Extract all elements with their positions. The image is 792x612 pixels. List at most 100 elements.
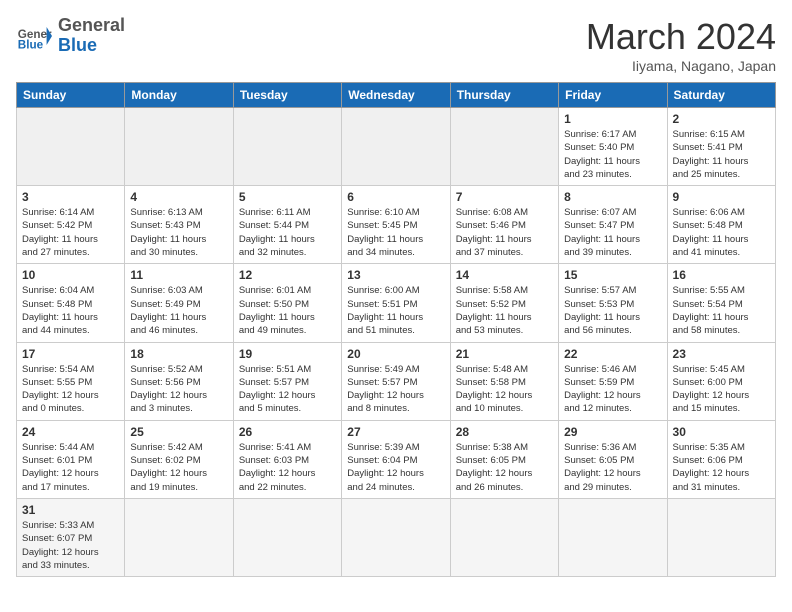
- day-info: Sunrise: 5:49 AM Sunset: 5:57 PM Dayligh…: [347, 363, 444, 416]
- day-number: 23: [673, 347, 770, 361]
- day-info: Sunrise: 6:14 AM Sunset: 5:42 PM Dayligh…: [22, 206, 119, 259]
- calendar-cell: 10 Sunrise: 6:04 AM Sunset: 5:48 PM Dayli…: [17, 264, 125, 342]
- calendar-cell: 5Sunrise: 6:11 AM Sunset: 5:44 PM Daylig…: [233, 186, 341, 264]
- calendar-cell: 12 Sunrise: 6:01 AM Sunset: 5:50 PM Dayli…: [233, 264, 341, 342]
- page-header: General Blue General Blue March 2024 Iiy…: [16, 16, 776, 74]
- calendar-cell: 27 Sunrise: 5:39 AM Sunset: 6:04 PM Dayli…: [342, 420, 450, 498]
- day-info: Sunrise: 5:51 AM Sunset: 5:57 PM Dayligh…: [239, 363, 336, 416]
- calendar-cell: [342, 498, 450, 576]
- calendar-cell: 3Sunrise: 6:14 AM Sunset: 5:42 PM Daylig…: [17, 186, 125, 264]
- calendar-cell: 26Sunrise: 5:41 AM Sunset: 6:03 PM Dayli…: [233, 420, 341, 498]
- day-number: 25: [130, 425, 227, 439]
- day-number: 6: [347, 190, 444, 204]
- day-info: Sunrise: 5:48 AM Sunset: 5:58 PM Dayligh…: [456, 363, 553, 416]
- weekday-header-tuesday: Tuesday: [233, 83, 341, 108]
- calendar-cell: 6Sunrise: 6:10 AM Sunset: 5:45 PM Daylig…: [342, 186, 450, 264]
- day-info: Sunrise: 5:46 AM Sunset: 5:59 PM Dayligh…: [564, 363, 661, 416]
- calendar-cell: 16Sunrise: 5:55 AM Sunset: 5:54 PM Dayli…: [667, 264, 775, 342]
- day-info: Sunrise: 6:11 AM Sunset: 5:44 PM Dayligh…: [239, 206, 336, 259]
- day-number: 30: [673, 425, 770, 439]
- day-number: 22: [564, 347, 661, 361]
- calendar-cell: [233, 108, 341, 186]
- day-number: 7: [456, 190, 553, 204]
- calendar-cell: 15 Sunrise: 5:57 AM Sunset: 5:53 PM Dayli…: [559, 264, 667, 342]
- day-number: 11: [130, 268, 227, 282]
- day-info: Sunrise: 6:13 AM Sunset: 5:43 PM Dayligh…: [130, 206, 227, 259]
- day-number: 9: [673, 190, 770, 204]
- day-info: Sunrise: 5:35 AM Sunset: 6:06 PM Dayligh…: [673, 441, 770, 494]
- day-info: Sunrise: 6:00 AM Sunset: 5:51 PM Dayligh…: [347, 284, 444, 337]
- day-info: Sunrise: 5:58 AM Sunset: 5:52 PM Dayligh…: [456, 284, 553, 337]
- calendar-cell: [125, 498, 233, 576]
- logo-blue: Blue: [58, 36, 125, 56]
- calendar-cell: 24Sunrise: 5:44 AM Sunset: 6:01 PM Dayli…: [17, 420, 125, 498]
- calendar-cell: 9 Sunrise: 6:06 AM Sunset: 5:48 PM Daylig…: [667, 186, 775, 264]
- day-info: Sunrise: 6:01 AM Sunset: 5:50 PM Dayligh…: [239, 284, 336, 337]
- calendar-cell: 21 Sunrise: 5:48 AM Sunset: 5:58 PM Dayli…: [450, 342, 558, 420]
- day-number: 2: [673, 112, 770, 126]
- day-info: Sunrise: 5:57 AM Sunset: 5:53 PM Dayligh…: [564, 284, 661, 337]
- day-number: 14: [456, 268, 553, 282]
- calendar-cell: 1Sunrise: 6:17 AM Sunset: 5:40 PM Daylig…: [559, 108, 667, 186]
- day-number: 1: [564, 112, 661, 126]
- calendar-cell: [17, 108, 125, 186]
- day-info: Sunrise: 5:38 AM Sunset: 6:05 PM Dayligh…: [456, 441, 553, 494]
- day-number: 12: [239, 268, 336, 282]
- calendar-cell: 8 Sunrise: 6:07 AM Sunset: 5:47 PM Daylig…: [559, 186, 667, 264]
- day-info: Sunrise: 5:33 AM Sunset: 6:07 PM Dayligh…: [22, 519, 119, 572]
- weekday-header-monday: Monday: [125, 83, 233, 108]
- day-number: 24: [22, 425, 119, 439]
- calendar-cell: [450, 108, 558, 186]
- calendar-cell: 4 Sunrise: 6:13 AM Sunset: 5:43 PM Daylig…: [125, 186, 233, 264]
- day-info: Sunrise: 5:55 AM Sunset: 5:54 PM Dayligh…: [673, 284, 770, 337]
- day-number: 8: [564, 190, 661, 204]
- calendar-cell: [450, 498, 558, 576]
- weekday-header-thursday: Thursday: [450, 83, 558, 108]
- day-info: Sunrise: 5:52 AM Sunset: 5:56 PM Dayligh…: [130, 363, 227, 416]
- day-number: 21: [456, 347, 553, 361]
- title-block: March 2024 Iiyama, Nagano, Japan: [586, 16, 776, 74]
- calendar-cell: [233, 498, 341, 576]
- day-info: Sunrise: 5:39 AM Sunset: 6:04 PM Dayligh…: [347, 441, 444, 494]
- month-title: March 2024: [586, 16, 776, 58]
- day-info: Sunrise: 6:08 AM Sunset: 5:46 PM Dayligh…: [456, 206, 553, 259]
- day-info: Sunrise: 6:15 AM Sunset: 5:41 PM Dayligh…: [673, 128, 770, 181]
- calendar-cell: [667, 498, 775, 576]
- calendar-cell: 22 Sunrise: 5:46 AM Sunset: 5:59 PM Dayli…: [559, 342, 667, 420]
- calendar-cell: 7 Sunrise: 6:08 AM Sunset: 5:46 PM Daylig…: [450, 186, 558, 264]
- day-number: 19: [239, 347, 336, 361]
- location: Iiyama, Nagano, Japan: [586, 58, 776, 74]
- day-info: Sunrise: 5:42 AM Sunset: 6:02 PM Dayligh…: [130, 441, 227, 494]
- calendar-cell: 29Sunrise: 5:36 AM Sunset: 6:05 PM Dayli…: [559, 420, 667, 498]
- day-number: 26: [239, 425, 336, 439]
- calendar-cell: 23 Sunrise: 5:45 AM Sunset: 6:00 PM Dayli…: [667, 342, 775, 420]
- calendar-cell: 19 Sunrise: 5:51 AM Sunset: 5:57 PM Dayli…: [233, 342, 341, 420]
- weekday-header-sunday: Sunday: [17, 83, 125, 108]
- calendar-cell: 11 Sunrise: 6:03 AM Sunset: 5:49 PM Dayli…: [125, 264, 233, 342]
- calendar-cell: 30 Sunrise: 5:35 AM Sunset: 6:06 PM Dayli…: [667, 420, 775, 498]
- day-info: Sunrise: 6:04 AM Sunset: 5:48 PM Dayligh…: [22, 284, 119, 337]
- day-number: 4: [130, 190, 227, 204]
- calendar-cell: 31Sunrise: 5:33 AM Sunset: 6:07 PM Dayli…: [17, 498, 125, 576]
- day-number: 27: [347, 425, 444, 439]
- calendar-cell: 28 Sunrise: 5:38 AM Sunset: 6:05 PM Dayli…: [450, 420, 558, 498]
- day-number: 10: [22, 268, 119, 282]
- logo: General Blue General Blue: [16, 16, 125, 56]
- day-info: Sunrise: 6:06 AM Sunset: 5:48 PM Dayligh…: [673, 206, 770, 259]
- day-info: Sunrise: 6:03 AM Sunset: 5:49 PM Dayligh…: [130, 284, 227, 337]
- day-number: 29: [564, 425, 661, 439]
- day-info: Sunrise: 5:54 AM Sunset: 5:55 PM Dayligh…: [22, 363, 119, 416]
- day-number: 28: [456, 425, 553, 439]
- calendar-cell: [559, 498, 667, 576]
- day-number: 15: [564, 268, 661, 282]
- calendar-cell: [125, 108, 233, 186]
- calendar-cell: 13Sunrise: 6:00 AM Sunset: 5:51 PM Dayli…: [342, 264, 450, 342]
- logo-icon: General Blue: [16, 18, 52, 54]
- day-number: 17: [22, 347, 119, 361]
- day-info: Sunrise: 5:45 AM Sunset: 6:00 PM Dayligh…: [673, 363, 770, 416]
- calendar-cell: 17 Sunrise: 5:54 AM Sunset: 5:55 PM Dayli…: [17, 342, 125, 420]
- day-info: Sunrise: 6:07 AM Sunset: 5:47 PM Dayligh…: [564, 206, 661, 259]
- calendar-table: SundayMondayTuesdayWednesdayThursdayFrid…: [16, 82, 776, 577]
- calendar-cell: 20Sunrise: 5:49 AM Sunset: 5:57 PM Dayli…: [342, 342, 450, 420]
- calendar-cell: 18Sunrise: 5:52 AM Sunset: 5:56 PM Dayli…: [125, 342, 233, 420]
